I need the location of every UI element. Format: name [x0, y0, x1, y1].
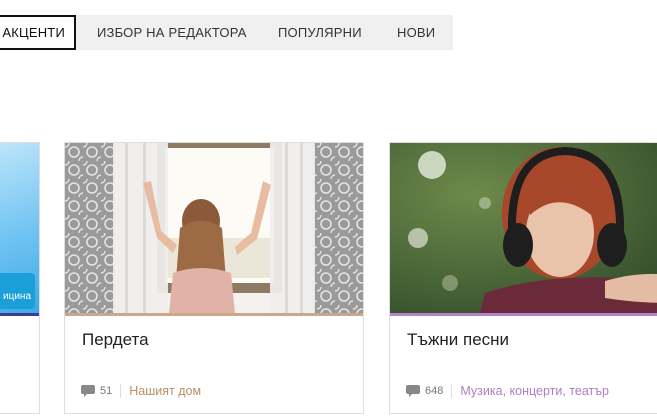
article-card[interactable]: ицина [0, 142, 40, 414]
card-image [65, 143, 363, 313]
card-accent-line [65, 313, 363, 316]
card-title[interactable]: Пердета [82, 330, 149, 350]
card-accent-line [0, 313, 39, 316]
tab-popular[interactable]: ПОПУЛЯРНИ [278, 15, 362, 50]
tab-editors-choice[interactable]: ИЗБОР НА РЕДАКТОРА [97, 15, 247, 50]
card-image: ицина [0, 143, 39, 313]
comment-count: 51 [100, 385, 113, 397]
card-accent-line [390, 313, 657, 316]
category-link[interactable]: Музика, концерти, театър [460, 384, 609, 398]
tab-highlights[interactable]: АКЦЕНТИ [0, 15, 76, 50]
card-image [390, 143, 657, 313]
headphones-photo [390, 143, 657, 313]
article-card[interactable]: Пердета 51 Нашият дом [64, 142, 364, 414]
meta-divider [451, 384, 453, 398]
tab-new[interactable]: НОВИ [397, 15, 435, 50]
card-meta: 648 Музика, концерти, театър [406, 383, 609, 399]
comment-icon [81, 385, 95, 397]
category-tabs: АКЦЕНТИ ИЗБОР НА РЕДАКТОРА ПОПУЛЯРНИ НОВ… [0, 15, 453, 50]
curtains-photo [65, 143, 363, 313]
card-title[interactable]: Тъжни песни [407, 330, 509, 350]
category-badge: ицина [0, 273, 35, 309]
category-link[interactable]: Нашият дом [129, 384, 201, 398]
meta-divider [120, 384, 122, 398]
comment-count: 648 [425, 385, 444, 397]
comment-icon [406, 385, 420, 397]
card-meta: 51 Нашият дом [81, 383, 201, 399]
article-card[interactable]: Тъжни песни 648 Музика, концерти, театър [389, 142, 657, 414]
